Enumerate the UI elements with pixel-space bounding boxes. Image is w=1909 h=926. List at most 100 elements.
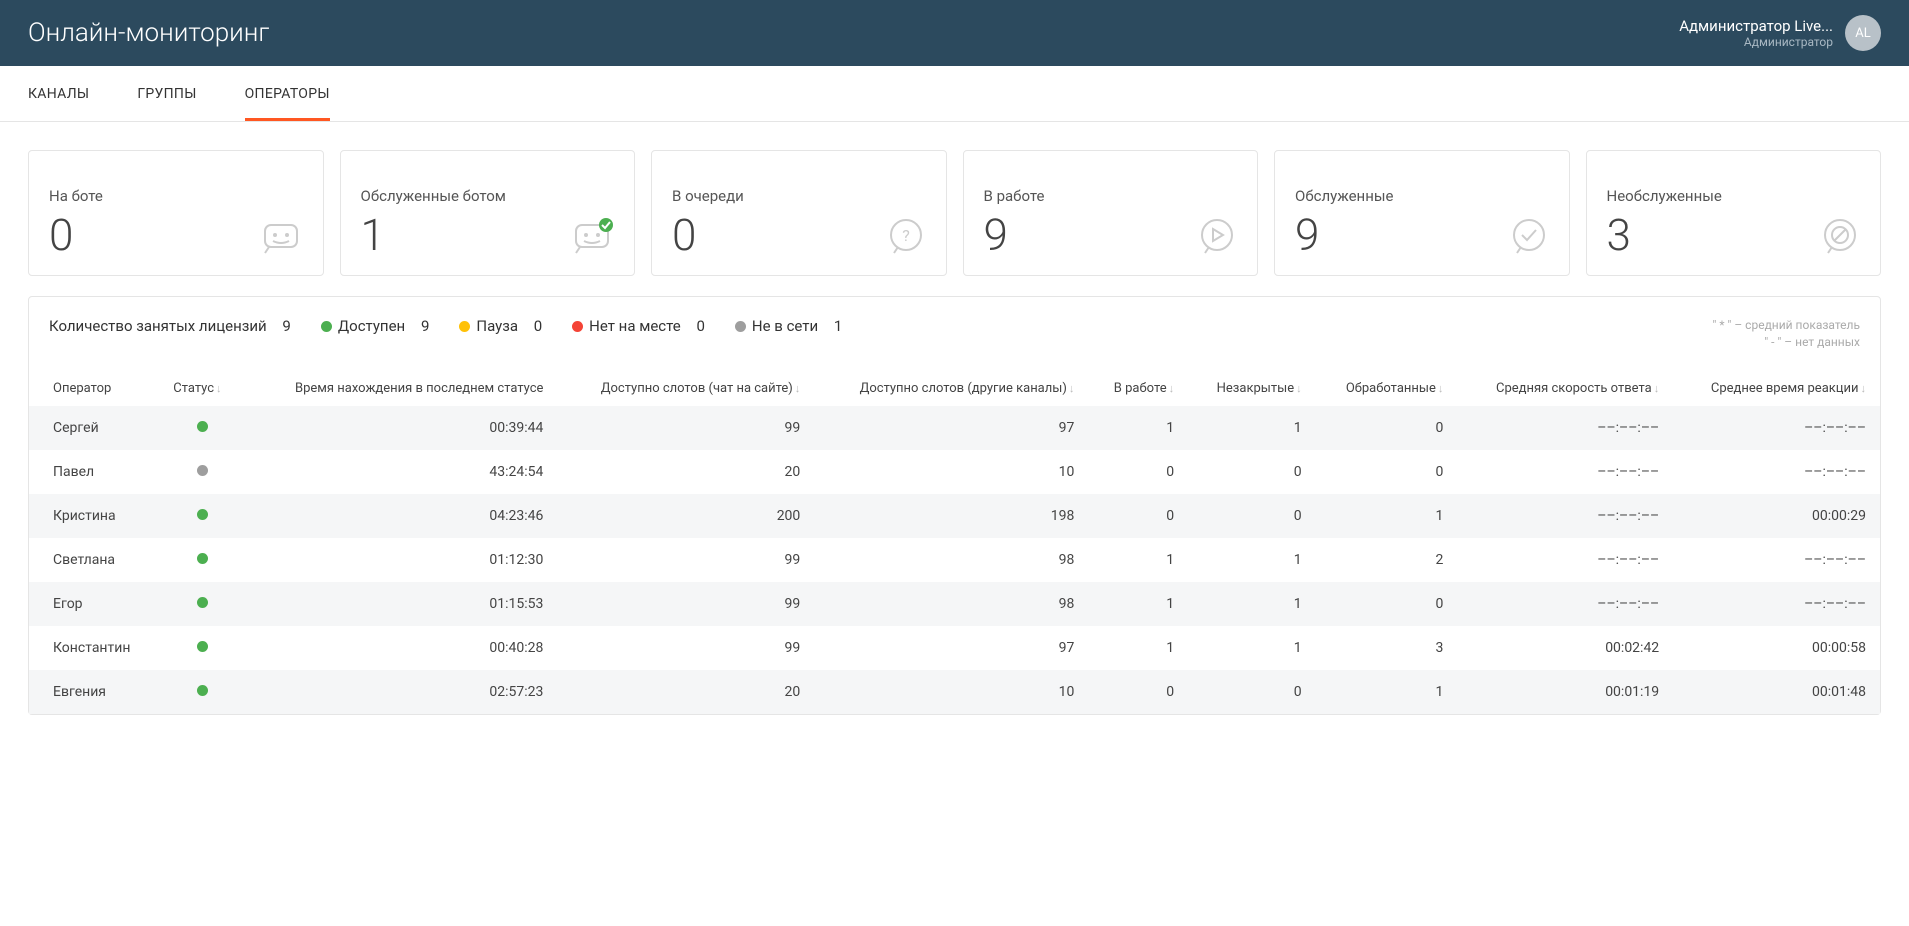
play-icon [1197,217,1237,257]
summary-cards: На боте 0 Обслуженные ботом 1 В очереди … [28,150,1881,276]
cell-slots-other: 97 [814,406,1088,450]
th-in-work[interactable]: В работе↓ [1088,371,1188,406]
card-label: В работе [984,187,1045,205]
cell-in-work: 1 [1088,406,1188,450]
avatar[interactable]: AL [1845,15,1881,51]
card-label: На боте [49,187,103,205]
app-header: Онлайн-мониторинг Администратор Live... … [0,0,1909,66]
cell-operator: Павел [29,450,159,494]
tab-groups[interactable]: ГРУППЫ [137,66,196,121]
cell-time: 04:23:46 [245,494,557,538]
svg-text:?: ? [902,226,910,245]
summary-card[interactable]: Необслуженные 3 [1586,150,1882,276]
cell-operator: Сергей [29,406,159,450]
cell-slots-other: 10 [814,450,1088,494]
cell-status [159,582,245,626]
summary-card[interactable]: Обслуженные ботом 1 [340,150,636,276]
card-value: 9 [1295,213,1393,257]
sort-icon: ↓ [1654,382,1660,395]
summary-card[interactable]: На боте 0 [28,150,324,276]
cell-status [159,494,245,538]
sort-icon: ↓ [1861,382,1867,395]
bot-icon [259,217,303,257]
cell-in-work: 0 [1088,450,1188,494]
cell-operator: Константин [29,626,159,670]
legend-notes: " * " – средний показатель " - " – нет д… [1713,317,1860,351]
cell-processed: 0 [1316,450,1458,494]
cell-open: 1 [1188,582,1316,626]
cell-slots-other: 10 [814,670,1088,714]
table-row[interactable]: Павел 43:24:54 20 10 0 0 0 ––:––:–– ––:–… [29,450,1880,494]
table-row[interactable]: Светлана 01:12:30 99 98 1 1 2 ––:––:–– –… [29,538,1880,582]
cell-avg-speed: ––:––:–– [1457,450,1673,494]
cell-in-work: 0 [1088,494,1188,538]
status-dot-icon [197,553,208,564]
cell-processed: 2 [1316,538,1458,582]
card-label: Обслуженные [1295,187,1393,205]
cell-status [159,406,245,450]
cell-processed: 3 [1316,626,1458,670]
table-row[interactable]: Кристина 04:23:46 200 198 0 0 1 ––:––:––… [29,494,1880,538]
operators-table: Оператор Статус↓ Время нахождения в посл… [29,371,1880,714]
table-row[interactable]: Константин 00:40:28 99 97 1 1 3 00:02:42… [29,626,1880,670]
cell-time: 02:57:23 [245,670,557,714]
cell-avg-speed: 00:01:19 [1457,670,1673,714]
th-status[interactable]: Статус↓ [159,371,245,406]
content-area: На боте 0 Обслуженные ботом 1 В очереди … [0,122,1909,743]
cell-avg-reaction: ––:––:–– [1673,538,1880,582]
table-row[interactable]: Евгения 02:57:23 20 10 0 0 1 00:01:19 00… [29,670,1880,714]
cell-avg-reaction: 00:00:29 [1673,494,1880,538]
user-menu[interactable]: Администратор Live... Администратор AL [1679,15,1881,51]
status-label: Пауза [476,317,518,335]
tab-operators[interactable]: ОПЕРАТОРЫ [245,66,330,121]
status-dot-icon [735,321,746,332]
cell-avg-speed: ––:––:–– [1457,582,1673,626]
legend-line-2: " - " – нет данных [1713,334,1860,351]
cell-slots-other: 98 [814,538,1088,582]
card-value: 0 [49,213,103,257]
summary-card[interactable]: Обслуженные 9 [1274,150,1570,276]
cell-operator: Евгения [29,670,159,714]
th-time[interactable]: Время нахождения в последнем статусе [245,371,557,406]
operators-panel: Количество занятых лицензий 9 Доступен 9… [28,296,1881,715]
cell-open: 0 [1188,450,1316,494]
cell-status [159,626,245,670]
cell-processed: 0 [1316,582,1458,626]
th-avg-speed[interactable]: Средняя скорость ответа↓ [1457,371,1673,406]
table-row[interactable]: Сергей 00:39:44 99 97 1 1 0 ––:––:–– ––:… [29,406,1880,450]
cell-time: 01:12:30 [245,538,557,582]
cell-avg-reaction: ––:––:–– [1673,406,1880,450]
summary-card[interactable]: В очереди 0 ? [651,150,947,276]
th-slots-other[interactable]: Доступно слотов (другие каналы)↓ [814,371,1088,406]
th-avg-reaction[interactable]: Среднее время реакции↓ [1673,371,1880,406]
table-head: Оператор Статус↓ Время нахождения в посл… [29,371,1880,406]
license-status-item: Пауза 0 [459,317,542,335]
cell-open: 1 [1188,626,1316,670]
status-dot-icon [572,321,583,332]
th-processed[interactable]: Обработанные↓ [1316,371,1458,406]
table-row[interactable]: Егор 01:15:53 99 98 1 1 0 ––:––:–– ––:––… [29,582,1880,626]
summary-card[interactable]: В работе 9 [963,150,1259,276]
cell-avg-reaction: 00:01:48 [1673,670,1880,714]
cell-slots-chat: 99 [557,538,814,582]
th-operator[interactable]: Оператор [29,371,159,406]
cell-avg-speed: 00:02:42 [1457,626,1673,670]
th-open[interactable]: Незакрытые↓ [1188,371,1316,406]
cell-operator: Егор [29,582,159,626]
cell-slots-chat: 99 [557,406,814,450]
status-count: 0 [696,317,704,335]
th-slots-chat[interactable]: Доступно слотов (чат на сайте)↓ [557,371,814,406]
page-title: Онлайн-мониторинг [28,18,269,48]
tabs-bar: КАНАЛЫ ГРУППЫ ОПЕРАТОРЫ [0,66,1909,122]
cell-avg-speed: ––:––:–– [1457,494,1673,538]
cell-time: 00:39:44 [245,406,557,450]
tab-channels[interactable]: КАНАЛЫ [28,66,89,121]
cell-open: 0 [1188,494,1316,538]
status-dot-icon [197,465,208,476]
cell-slots-other: 198 [814,494,1088,538]
cell-time: 01:15:53 [245,582,557,626]
cell-slots-other: 98 [814,582,1088,626]
user-name: Администратор Live... [1679,17,1833,35]
cell-processed: 1 [1316,670,1458,714]
cell-slots-chat: 200 [557,494,814,538]
